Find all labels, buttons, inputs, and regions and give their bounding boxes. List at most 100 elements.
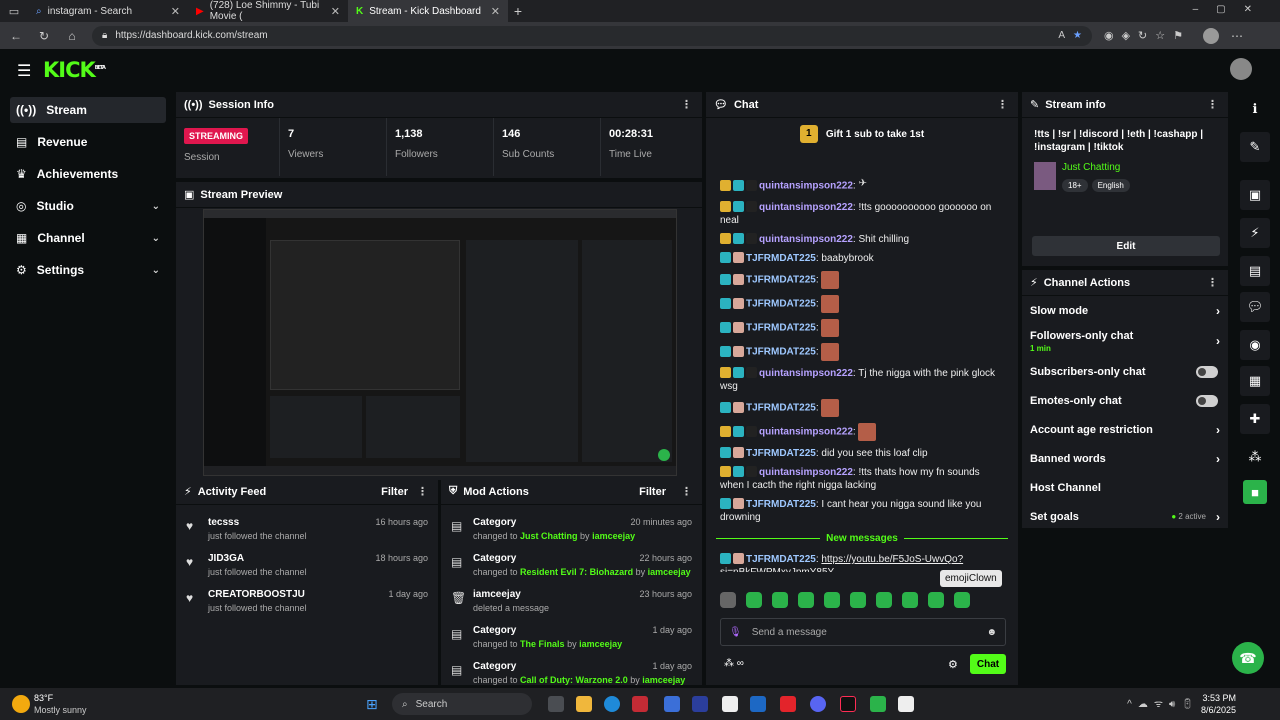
- kick-app-icon[interactable]: [870, 696, 886, 712]
- chat-username[interactable]: TJFRMDAT225: [746, 275, 816, 286]
- sidebar-item-achievements[interactable]: ♛ Achievements: [10, 161, 166, 187]
- quick-emote-icon[interactable]: [928, 592, 944, 608]
- outlook-icon[interactable]: [750, 696, 766, 712]
- editor-icon[interactable]: [664, 696, 680, 712]
- quick-emote-icon[interactable]: [876, 592, 892, 608]
- address-bar[interactable]: 🔒︎ https://dashboard.kick.com/stream A ★: [92, 25, 1092, 46]
- chat-emote[interactable]: ✈: [858, 177, 876, 195]
- profile-avatar[interactable]: [1203, 27, 1219, 44]
- chat-username[interactable]: TJFRMDAT225: [746, 253, 816, 264]
- quick-emote-icon[interactable]: [824, 592, 840, 608]
- more-vertical-icon[interactable]: ⋮: [1207, 276, 1218, 289]
- document-icon[interactable]: ▤: [1240, 256, 1270, 286]
- home-icon[interactable]: ⌂: [64, 29, 80, 43]
- quick-emote-icon[interactable]: [850, 592, 866, 608]
- kick-logo[interactable]: KICKBETA: [43, 58, 106, 82]
- file-icon[interactable]: [898, 696, 914, 712]
- weather-temp[interactable]: 83°F: [34, 693, 53, 703]
- read-aloud-icon[interactable]: A: [1058, 30, 1065, 41]
- chat-username[interactable]: TJFRMDAT225: [746, 347, 816, 358]
- set-goals-row[interactable]: Set goals ● 2 active ›: [1022, 502, 1228, 531]
- quick-emote-icon[interactable]: [798, 592, 814, 608]
- chat-username[interactable]: quintansimpson222: [759, 368, 853, 379]
- sidebar-item-revenue[interactable]: ▤ Revenue: [10, 129, 166, 155]
- gift-sub-banner[interactable]: 1 Gift 1 sub to take 1st: [706, 118, 1018, 150]
- lightning-icon[interactable]: ⚡: [1240, 218, 1270, 248]
- chat-username[interactable]: TJFRMDAT225: [746, 323, 816, 334]
- l-app-icon[interactable]: [692, 696, 708, 712]
- sidebar-item-settings[interactable]: ⚙ Settings ⌄: [10, 257, 166, 283]
- microphone-icon[interactable]: 🎙︎: [729, 627, 742, 638]
- connections-icon[interactable]: ⁂: [1240, 442, 1270, 472]
- sidebar-item-channel[interactable]: ▦ Channel ⌄: [10, 225, 166, 251]
- slow-mode-row[interactable]: Slow mode ›: [1022, 296, 1228, 325]
- user-avatar[interactable]: [1230, 58, 1252, 80]
- edit-button[interactable]: Edit: [1032, 236, 1220, 256]
- followers-only-row[interactable]: Followers-only chat 1 min ›: [1022, 325, 1228, 357]
- chat-emote[interactable]: [821, 319, 840, 337]
- host-channel-row[interactable]: Host Channel: [1022, 473, 1228, 502]
- stream-preview-video[interactable]: [203, 209, 677, 476]
- file-explorer-icon[interactable]: [576, 696, 592, 712]
- chat-emote[interactable]: [821, 399, 840, 417]
- clock-date[interactable]: 8/6/2025: [1201, 705, 1236, 715]
- chat-username[interactable]: quintansimpson222: [759, 427, 853, 438]
- more-vertical-icon[interactable]: ⋮: [681, 485, 692, 498]
- chat-username[interactable]: TJFRMDAT225: [746, 448, 816, 459]
- chat-username[interactable]: quintansimpson222: [759, 202, 853, 213]
- more-icon[interactable]: ⋯: [1231, 29, 1243, 43]
- browser-tab-tubi[interactable]: ▶ (728) Loe Shimmy - Tubi Movie ( ✕: [188, 0, 348, 22]
- browser-tab-instagram[interactable]: ⌕ instagram - Search ✕: [28, 0, 188, 22]
- windows-start-icon[interactable]: ⊞: [366, 696, 378, 713]
- extensions-icons[interactable]: ◉◈↻☆⚑: [1104, 29, 1191, 42]
- close-icon[interactable]: ✕: [331, 5, 340, 18]
- close-icon[interactable]: ✕: [171, 5, 180, 18]
- chat-username[interactable]: quintansimpson222: [759, 467, 853, 478]
- back-arrow-icon[interactable]: ←: [8, 29, 24, 43]
- chat-send-button[interactable]: Chat: [970, 654, 1006, 674]
- mod-filter-button[interactable]: Filter: [639, 486, 666, 498]
- chat-emote[interactable]: [821, 271, 840, 289]
- preview-icon[interactable]: ▣: [1240, 180, 1270, 210]
- chat-emote[interactable]: [821, 295, 840, 313]
- chat-username[interactable]: TJFRMDAT225: [746, 554, 816, 565]
- edge-icon[interactable]: [604, 696, 620, 712]
- tiktok-icon[interactable]: [840, 696, 856, 712]
- sidebar-item-studio[interactable]: ◎ Studio ⌄: [10, 193, 166, 219]
- chat-emote[interactable]: [858, 423, 877, 441]
- tab-actions-icon[interactable]: ▭: [0, 5, 28, 18]
- account-age-row[interactable]: Account age restriction ›: [1022, 415, 1228, 444]
- chat-username[interactable]: quintansimpson222: [759, 181, 853, 192]
- task-view-icon[interactable]: [548, 696, 564, 712]
- more-vertical-icon[interactable]: ⋮: [681, 98, 692, 111]
- chat-username[interactable]: TJFRMDAT225: [746, 299, 816, 310]
- chat-username[interactable]: TJFRMDAT225: [746, 499, 816, 510]
- discord-icon[interactable]: [810, 696, 826, 712]
- quick-emote-icon[interactable]: [720, 592, 736, 608]
- window-controls[interactable]: –▢✕: [1193, 4, 1270, 15]
- hamburger-menu-icon[interactable]: ☰: [17, 61, 31, 81]
- clock-time[interactable]: 3:53 PM: [1202, 693, 1236, 703]
- browser-tab-kick[interactable]: K Stream - Kick Dashboard ✕: [348, 0, 508, 22]
- more-vertical-icon[interactable]: ⋮: [997, 98, 1008, 111]
- new-tab-button[interactable]: +: [508, 3, 528, 19]
- layout-icon[interactable]: ▦: [1240, 366, 1270, 396]
- chat-username[interactable]: TJFRMDAT225: [746, 403, 816, 414]
- category-link[interactable]: Just Chatting: [1062, 162, 1120, 173]
- points-icon[interactable]: ⁂ ∞: [724, 658, 744, 669]
- sidebar-item-stream[interactable]: ((•)) Stream: [10, 97, 166, 123]
- broadcast-icon[interactable]: ◉: [1240, 330, 1270, 360]
- quick-emote-icon[interactable]: [902, 592, 918, 608]
- app-icon[interactable]: ■: [1243, 480, 1267, 504]
- chat-input[interactable]: 🎙︎ Send a message ☻: [720, 618, 1006, 646]
- chat-bubble-icon[interactable]: 💬︎: [1240, 292, 1270, 322]
- more-vertical-icon[interactable]: ⋮: [1207, 98, 1218, 111]
- emotes-only-toggle[interactable]: [1196, 394, 1218, 407]
- wrench-icon[interactable]: ✚: [1240, 404, 1270, 434]
- reload-icon[interactable]: ↻: [36, 29, 52, 43]
- youtube-app-icon[interactable]: [780, 696, 796, 712]
- notepad-icon[interactable]: [722, 696, 738, 712]
- quick-emote-icon[interactable]: [954, 592, 970, 608]
- system-tray-icons[interactable]: ^☁ᯤ🔊︎🔋︎: [1127, 696, 1200, 710]
- emoji-icon[interactable]: ☻: [986, 627, 997, 638]
